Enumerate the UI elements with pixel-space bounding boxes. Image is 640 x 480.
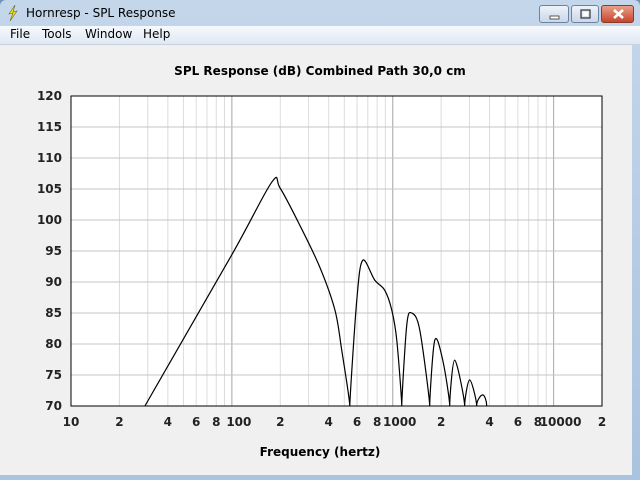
menu-bar: File Tools Window Help [0,26,640,45]
chart-area: 70 75 80 85 90 95 100 105 110 115 120 10 2 4 6 8 100 2 4 6 8… [0,45,632,475]
app-lightning-icon [8,5,18,21]
maximize-button[interactable] [571,5,599,23]
y-tick-label: 80 [45,337,62,351]
menu-tools[interactable]: Tools [42,27,72,41]
x-tick-label: 2 [598,415,606,429]
app-window: Hornresp - SPL Response File Tools Windo… [0,0,640,480]
menu-help[interactable]: Help [143,27,170,41]
x-tick-label: 10 [63,415,80,429]
x-tick-label: 6 [192,415,200,429]
x-tick-label: 4 [485,415,493,429]
window-title: Hornresp - SPL Response [26,6,176,20]
y-tick-label: 120 [37,89,62,103]
x-tick-label: 2 [115,415,123,429]
x-tick-label: 6 [353,415,361,429]
y-tick-label: 75 [45,368,62,382]
x-tick-label: 2 [437,415,445,429]
menu-window[interactable]: Window [85,27,132,41]
minimize-icon [549,15,560,20]
x-tick-label: 1000 [383,415,416,429]
y-tick-label: 105 [37,182,62,196]
y-tick-label: 95 [45,244,62,258]
menu-file[interactable]: File [10,27,30,41]
x-tick-label: 2 [276,415,284,429]
y-tick-label: 110 [37,151,62,165]
x-tick-label: 4 [325,415,333,429]
x-tick-label: 4 [164,415,172,429]
x-tick-label: 100 [226,415,251,429]
spl-chart: 70758085909510010511011512010 2 4 6 8 100 2 4 6 8… [37,64,606,459]
maximize-icon [580,9,591,19]
close-icon [613,9,624,19]
minimize-button[interactable] [539,5,569,23]
x-tick-label: 6 [514,415,522,429]
x-axis-label: Frequency (hertz) [260,445,381,459]
x-tick-label: 8 [373,415,381,429]
y-tick-label: 115 [37,120,62,134]
y-tick-label: 90 [45,275,62,289]
y-tick-label: 70 [45,399,62,413]
y-tick-label: 100 [37,213,62,227]
x-tick-label: 10000 [540,415,582,429]
close-button[interactable] [601,5,634,23]
chart-title: SPL Response (dB) Combined Path 30,0 cm [174,64,466,78]
y-tick-label: 85 [45,306,62,320]
x-tick-label: 8 [212,415,220,429]
title-bar[interactable]: Hornresp - SPL Response [0,0,640,26]
